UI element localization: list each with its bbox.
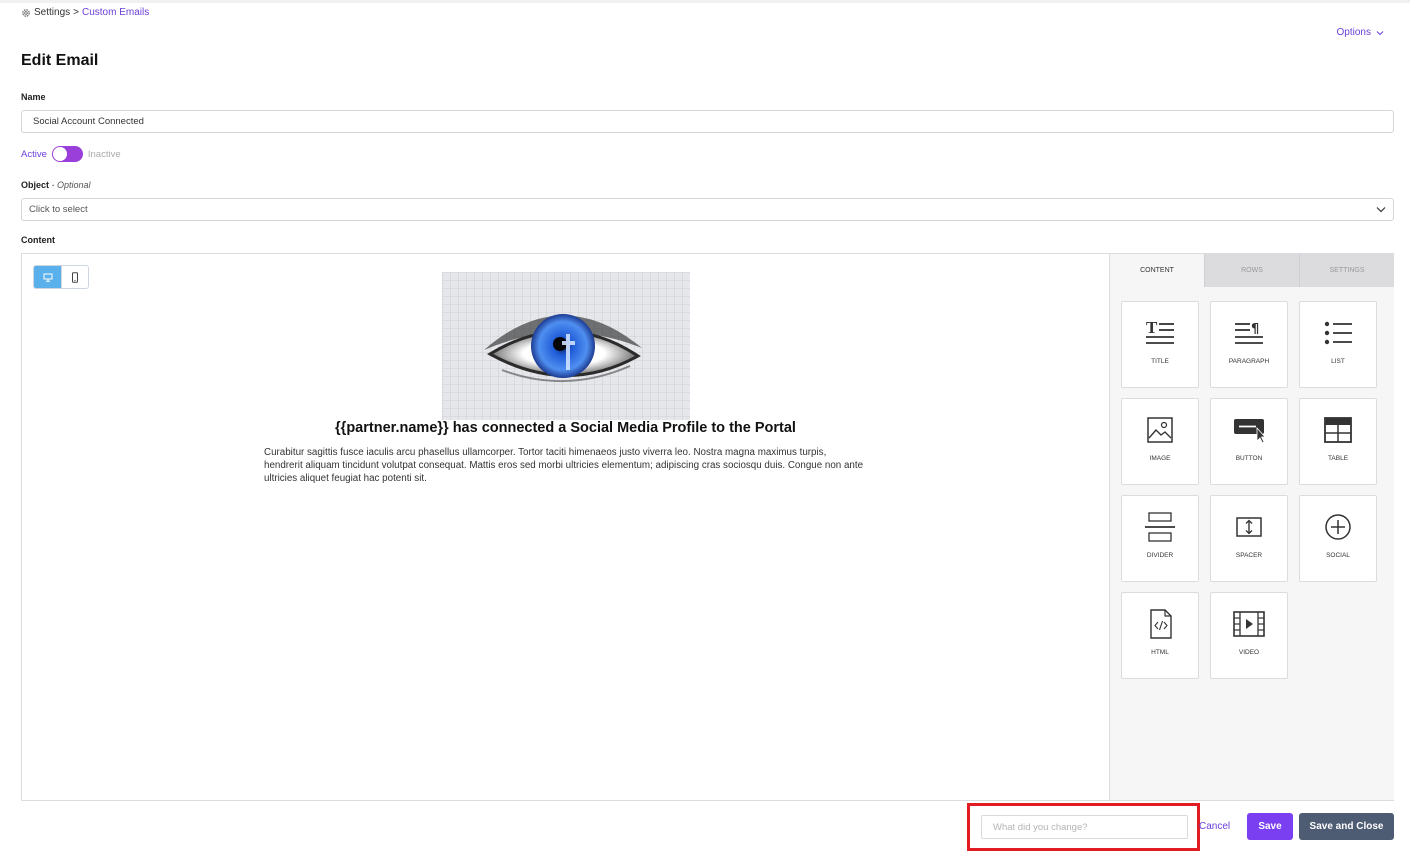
desktop-view-button[interactable] bbox=[34, 266, 61, 288]
block-title[interactable]: T TITLE bbox=[1121, 301, 1199, 388]
object-select[interactable]: Click to select bbox=[21, 198, 1394, 221]
tab-rows[interactable]: ROWS bbox=[1204, 254, 1299, 287]
active-label: Active bbox=[21, 148, 47, 160]
object-label-text: Object bbox=[21, 180, 50, 190]
content-label: Content bbox=[21, 235, 55, 245]
name-label: Name bbox=[21, 92, 46, 102]
block-social[interactable]: SOCIAL bbox=[1299, 495, 1377, 582]
email-editor: {{partner.name}} has connected a Social … bbox=[21, 253, 1394, 801]
block-image[interactable]: IMAGE bbox=[1121, 398, 1199, 485]
video-icon bbox=[1233, 611, 1265, 637]
spacer-icon bbox=[1236, 517, 1262, 537]
block-table-label: TABLE bbox=[1327, 455, 1349, 462]
svg-text:T: T bbox=[1146, 318, 1158, 337]
block-video[interactable]: VIDEO bbox=[1210, 592, 1288, 679]
gear-icon bbox=[22, 8, 30, 17]
block-divider-label: DIVIDER bbox=[1146, 552, 1174, 559]
options-menu[interactable]: Options bbox=[1337, 27, 1384, 38]
block-spacer[interactable]: SPACER bbox=[1210, 495, 1288, 582]
block-html[interactable]: HTML bbox=[1121, 592, 1199, 679]
object-label: Object - Optional bbox=[21, 180, 91, 190]
tab-settings[interactable]: SETTINGS bbox=[1299, 254, 1394, 287]
title-icon: T bbox=[1146, 318, 1174, 344]
blocks-panel: CONTENT ROWS SETTINGS T TITLE ¶ PARAGRAP… bbox=[1109, 254, 1394, 800]
block-list[interactable]: LIST bbox=[1299, 301, 1377, 388]
name-input-value: Social Account Connected bbox=[33, 116, 144, 127]
tab-content[interactable]: CONTENT bbox=[1110, 254, 1204, 287]
page-title: Edit Email bbox=[21, 52, 99, 69]
save-button[interactable]: Save bbox=[1247, 813, 1293, 840]
breadcrumb-settings[interactable]: Settings bbox=[34, 7, 70, 18]
breadcrumb-separator: > bbox=[73, 7, 79, 18]
divider-icon bbox=[1145, 512, 1175, 542]
panel-tabs: CONTENT ROWS SETTINGS bbox=[1110, 254, 1394, 287]
block-divider[interactable]: DIVIDER bbox=[1121, 495, 1199, 582]
content-blocks-grid: T TITLE ¶ PARAGRAPH LIST IMAGE BUTTON TA… bbox=[1121, 301, 1377, 679]
save-and-close-button[interactable]: Save and Close bbox=[1299, 813, 1394, 840]
name-input[interactable]: Social Account Connected bbox=[21, 110, 1394, 133]
object-select-placeholder: Click to select bbox=[29, 204, 88, 215]
svg-text:¶: ¶ bbox=[1251, 322, 1259, 337]
chevron-down-icon bbox=[1376, 30, 1384, 35]
block-spacer-label: SPACER bbox=[1235, 552, 1263, 559]
block-paragraph-label: PARAGRAPH bbox=[1228, 358, 1270, 365]
block-button-label: BUTTON bbox=[1235, 455, 1263, 462]
chevron-down-icon bbox=[1376, 207, 1386, 213]
image-icon bbox=[1147, 417, 1173, 443]
table-icon bbox=[1324, 417, 1352, 443]
block-video-label: VIDEO bbox=[1238, 649, 1260, 656]
email-body-text[interactable]: Curabitur sagittis fusce iaculis arcu ph… bbox=[264, 446, 866, 485]
email-heading[interactable]: {{partner.name}} has connected a Social … bbox=[22, 420, 1109, 436]
editor-canvas[interactable]: {{partner.name}} has connected a Social … bbox=[22, 254, 1109, 800]
top-bar bbox=[0, 0, 1410, 3]
block-title-label: TITLE bbox=[1151, 358, 1169, 365]
breadcrumb: Settings > Custom Emails bbox=[21, 7, 149, 18]
block-image-label: IMAGE bbox=[1149, 455, 1171, 462]
paragraph-icon: ¶ bbox=[1235, 322, 1263, 344]
desktop-icon bbox=[43, 273, 52, 282]
inactive-label: Inactive bbox=[87, 148, 121, 160]
options-label: Options bbox=[1336, 27, 1371, 38]
block-table[interactable]: TABLE bbox=[1299, 398, 1377, 485]
cancel-button[interactable]: Cancel bbox=[1199, 821, 1230, 832]
button-icon bbox=[1234, 419, 1266, 444]
device-toggle bbox=[33, 265, 89, 289]
active-toggle[interactable] bbox=[51, 146, 83, 162]
toggle-knob bbox=[52, 147, 67, 161]
block-paragraph[interactable]: ¶ PARAGRAPH bbox=[1210, 301, 1288, 388]
block-list-label: LIST bbox=[1331, 358, 1345, 365]
block-social-label: SOCIAL bbox=[1326, 552, 1350, 559]
breadcrumb-custom-emails[interactable]: Custom Emails bbox=[82, 7, 149, 18]
block-html-label: HTML bbox=[1151, 649, 1169, 656]
mobile-view-button[interactable] bbox=[61, 266, 88, 288]
change-note-input[interactable] bbox=[981, 815, 1188, 839]
list-icon bbox=[1324, 321, 1352, 345]
block-button[interactable]: BUTTON bbox=[1210, 398, 1288, 485]
object-optional-text: - Optional bbox=[51, 180, 91, 190]
html-code-icon bbox=[1150, 609, 1172, 639]
status-toggle-row: Active Inactive bbox=[21, 146, 121, 162]
mobile-icon bbox=[72, 271, 78, 283]
social-plus-icon bbox=[1325, 514, 1351, 540]
hero-eye-image[interactable] bbox=[442, 272, 690, 420]
